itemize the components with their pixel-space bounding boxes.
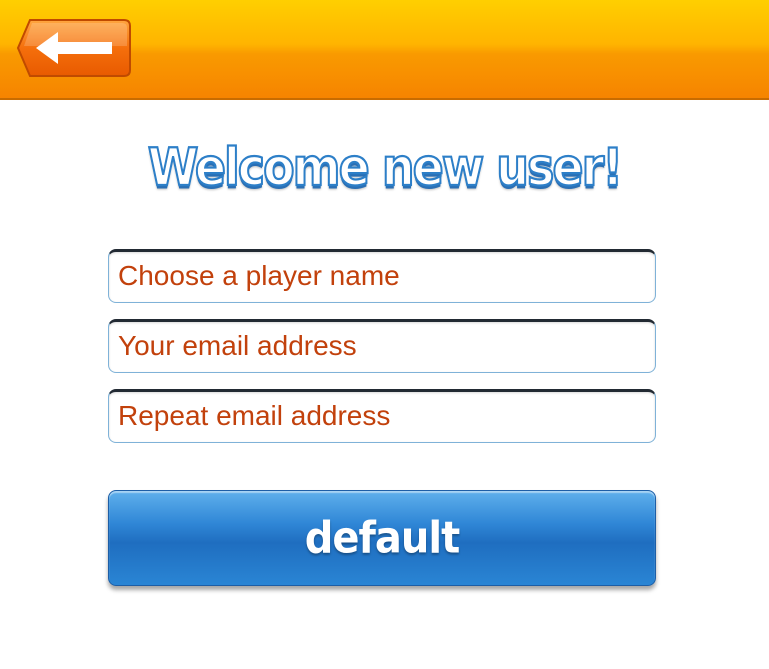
arrow-left-icon <box>16 19 131 77</box>
email-field[interactable] <box>108 319 656 373</box>
email-repeat-input[interactable] <box>109 392 655 442</box>
player-name-input[interactable] <box>109 252 655 302</box>
submit-button[interactable]: default <box>108 490 656 586</box>
email-repeat-field[interactable] <box>108 389 656 443</box>
top-bar <box>0 0 769 100</box>
email-input[interactable] <box>109 322 655 372</box>
back-button[interactable] <box>16 16 132 80</box>
page-title: Welcome new user! <box>147 136 625 199</box>
player-name-field[interactable] <box>108 249 656 303</box>
submit-button-label: default <box>304 512 460 564</box>
